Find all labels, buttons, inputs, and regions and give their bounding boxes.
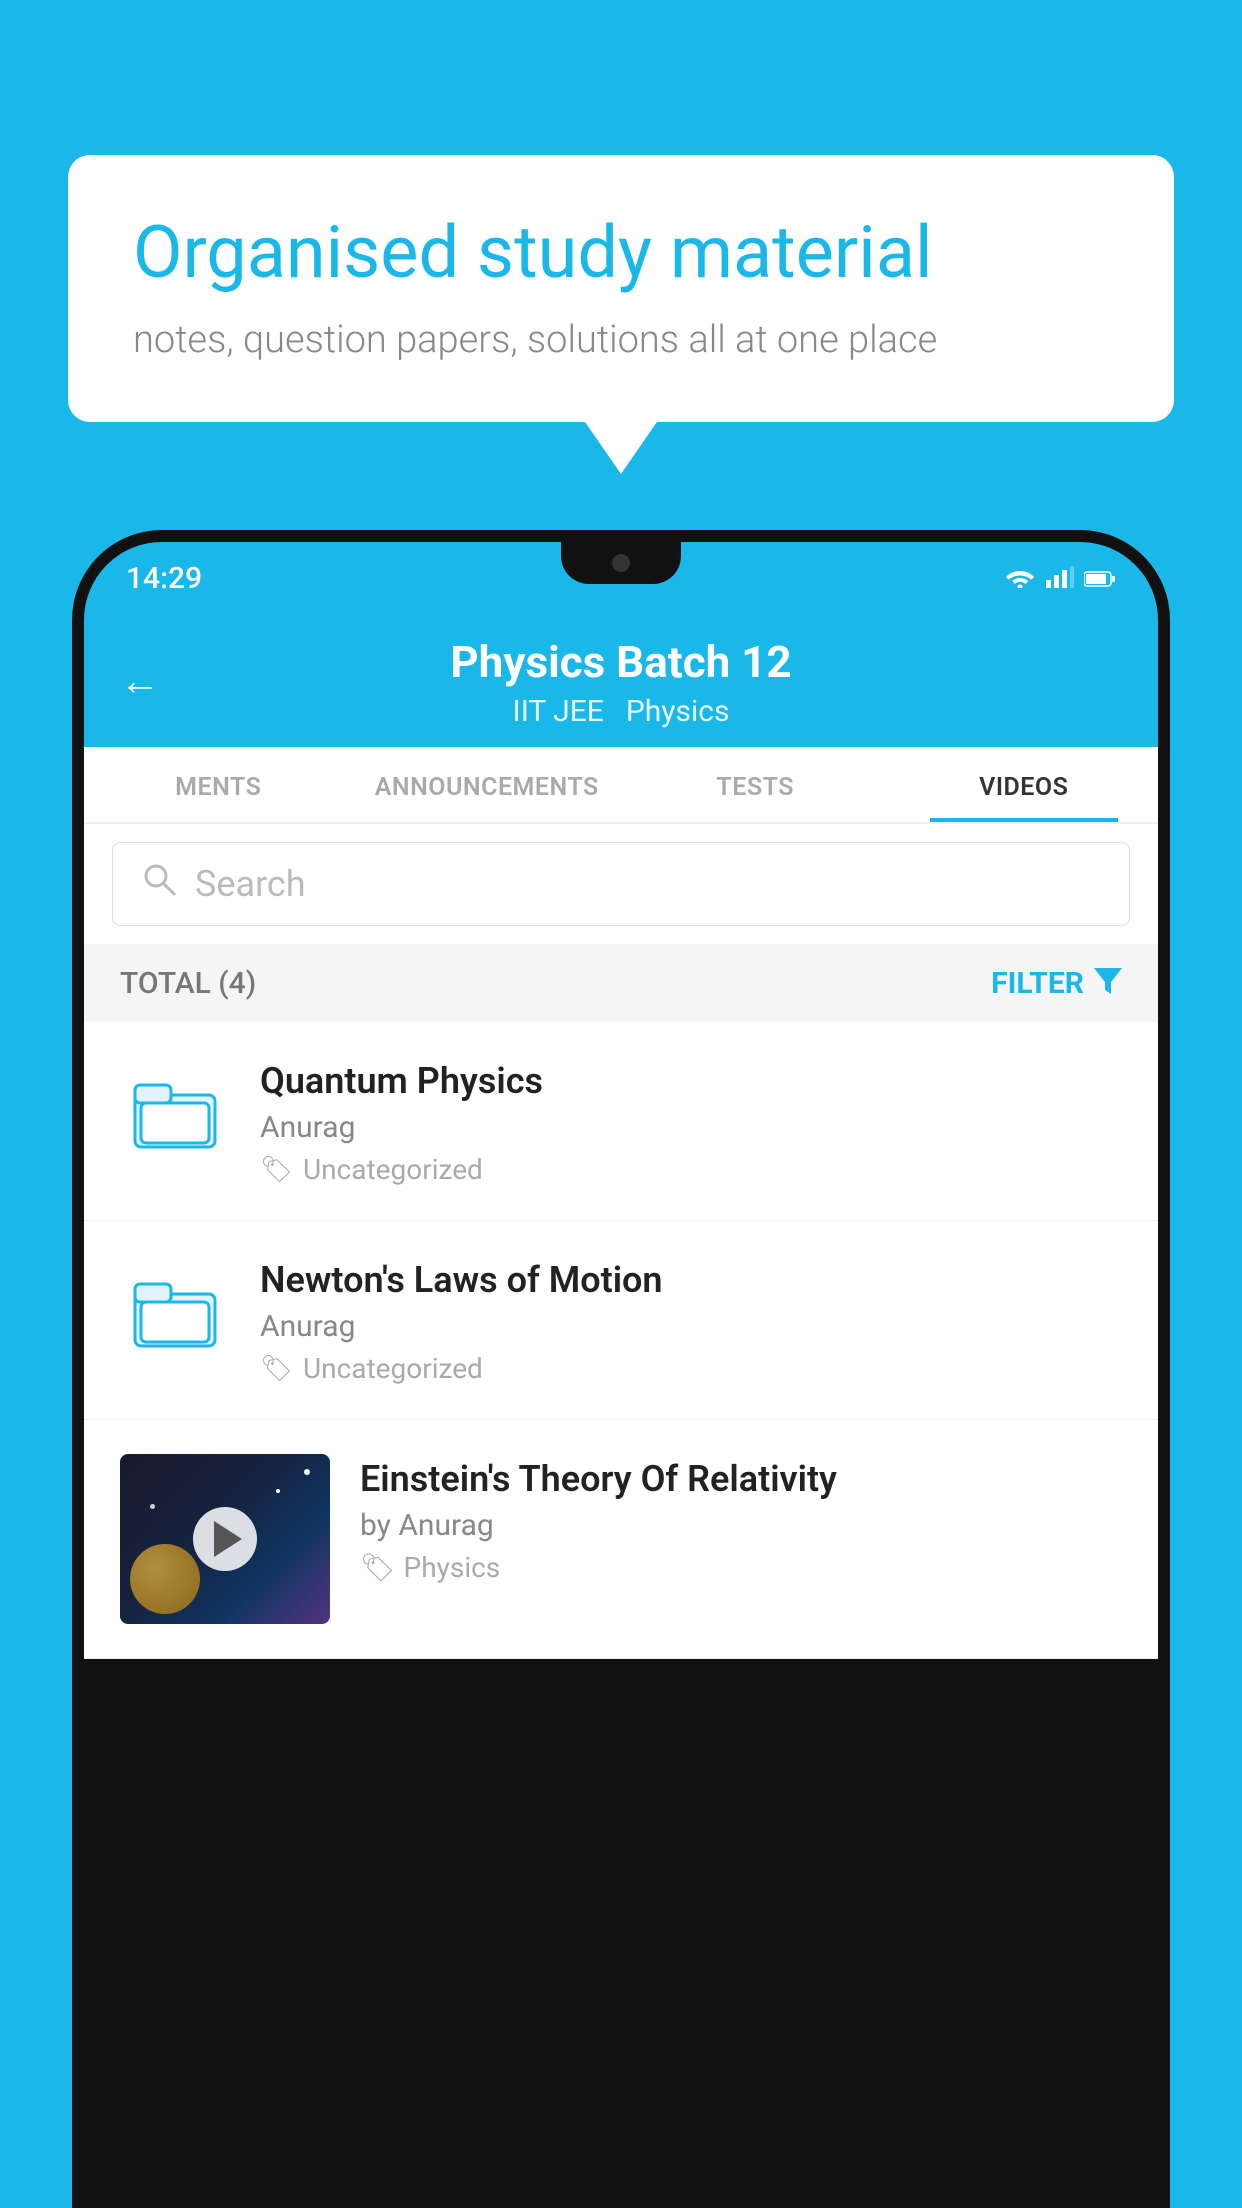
search-container: Search [84, 824, 1158, 944]
play-button[interactable] [193, 1507, 257, 1571]
planet-decoration [130, 1544, 200, 1614]
camera [612, 554, 630, 572]
play-triangle-icon [214, 1521, 242, 1557]
tag-icon: 🏷 [360, 1551, 396, 1584]
battery-icon [1084, 562, 1116, 595]
video-list: Quantum Physics Anurag 🏷 Uncategorized [84, 1022, 1158, 1659]
speech-bubble: Organised study material notes, question… [68, 155, 1174, 422]
star-decoration [276, 1489, 280, 1493]
status-bar: 14:29 [84, 542, 1158, 614]
speech-bubble-container: Organised study material notes, question… [68, 155, 1174, 422]
item-author: Anurag [260, 1110, 1122, 1145]
item-tag: 🏷 Physics [360, 1551, 1122, 1584]
header-title: Physics Batch 12 [450, 636, 791, 688]
tab-videos[interactable]: VIDEOS [890, 747, 1159, 822]
status-icons [1004, 562, 1116, 595]
notch [561, 542, 681, 584]
item-info: Newton's Laws of Motion Anurag 🏷 Uncateg… [260, 1255, 1122, 1385]
tag-icon: 🏷 [260, 1354, 293, 1384]
star-decoration [304, 1469, 310, 1475]
star-decoration [150, 1504, 155, 1509]
search-input[interactable]: Search [195, 863, 306, 905]
item-thumbnail [120, 1255, 230, 1365]
filter-icon [1094, 964, 1122, 1002]
phone-screen: 14:29 [84, 542, 1158, 2208]
bubble-subtitle: notes, question papers, solutions all at… [133, 318, 1109, 362]
back-button[interactable]: ← [120, 657, 160, 704]
signal-icon [1046, 562, 1074, 595]
item-tag: 🏷 Uncategorized [260, 1352, 1122, 1385]
list-item[interactable]: Newton's Laws of Motion Anurag 🏷 Uncateg… [84, 1221, 1158, 1420]
wifi-icon [1004, 562, 1036, 595]
search-icon [141, 861, 177, 907]
app-header: ← Physics Batch 12 IIT JEE Physics [84, 614, 1158, 747]
tag-icon: 🏷 [260, 1155, 293, 1185]
item-title: Quantum Physics [260, 1060, 1122, 1102]
bubble-title: Organised study material [133, 210, 1109, 296]
item-title: Einstein's Theory Of Relativity [360, 1458, 1122, 1500]
item-author: Anurag [260, 1309, 1122, 1344]
header-tag-iitjee: IIT JEE [513, 694, 604, 729]
tab-bar: MENTS ANNOUNCEMENTS TESTS VIDEOS [84, 747, 1158, 824]
phone-frame: 14:29 [72, 530, 1170, 2208]
filter-bar: TOTAL (4) FILTER [84, 944, 1158, 1022]
list-item[interactable]: Einstein's Theory Of Relativity by Anura… [84, 1420, 1158, 1659]
status-time: 14:29 [126, 561, 202, 596]
item-info: Quantum Physics Anurag 🏷 Uncategorized [260, 1056, 1122, 1186]
list-item[interactable]: Quantum Physics Anurag 🏷 Uncategorized [84, 1022, 1158, 1221]
search-bar[interactable]: Search [112, 842, 1130, 926]
tab-announcements[interactable]: ANNOUNCEMENTS [353, 747, 622, 822]
item-thumbnail-video [120, 1454, 330, 1624]
header-tag-physics: Physics [626, 694, 730, 729]
item-author: by Anurag [360, 1508, 1122, 1543]
item-title: Newton's Laws of Motion [260, 1259, 1122, 1301]
header-tags: IIT JEE Physics [513, 694, 730, 729]
tab-tests[interactable]: TESTS [621, 747, 890, 822]
item-thumbnail [120, 1056, 230, 1166]
item-tag: 🏷 Uncategorized [260, 1153, 1122, 1186]
total-count: TOTAL (4) [120, 966, 256, 1001]
filter-button[interactable]: FILTER [991, 964, 1122, 1002]
tab-ments[interactable]: MENTS [84, 747, 353, 822]
item-info: Einstein's Theory Of Relativity by Anura… [360, 1454, 1122, 1584]
